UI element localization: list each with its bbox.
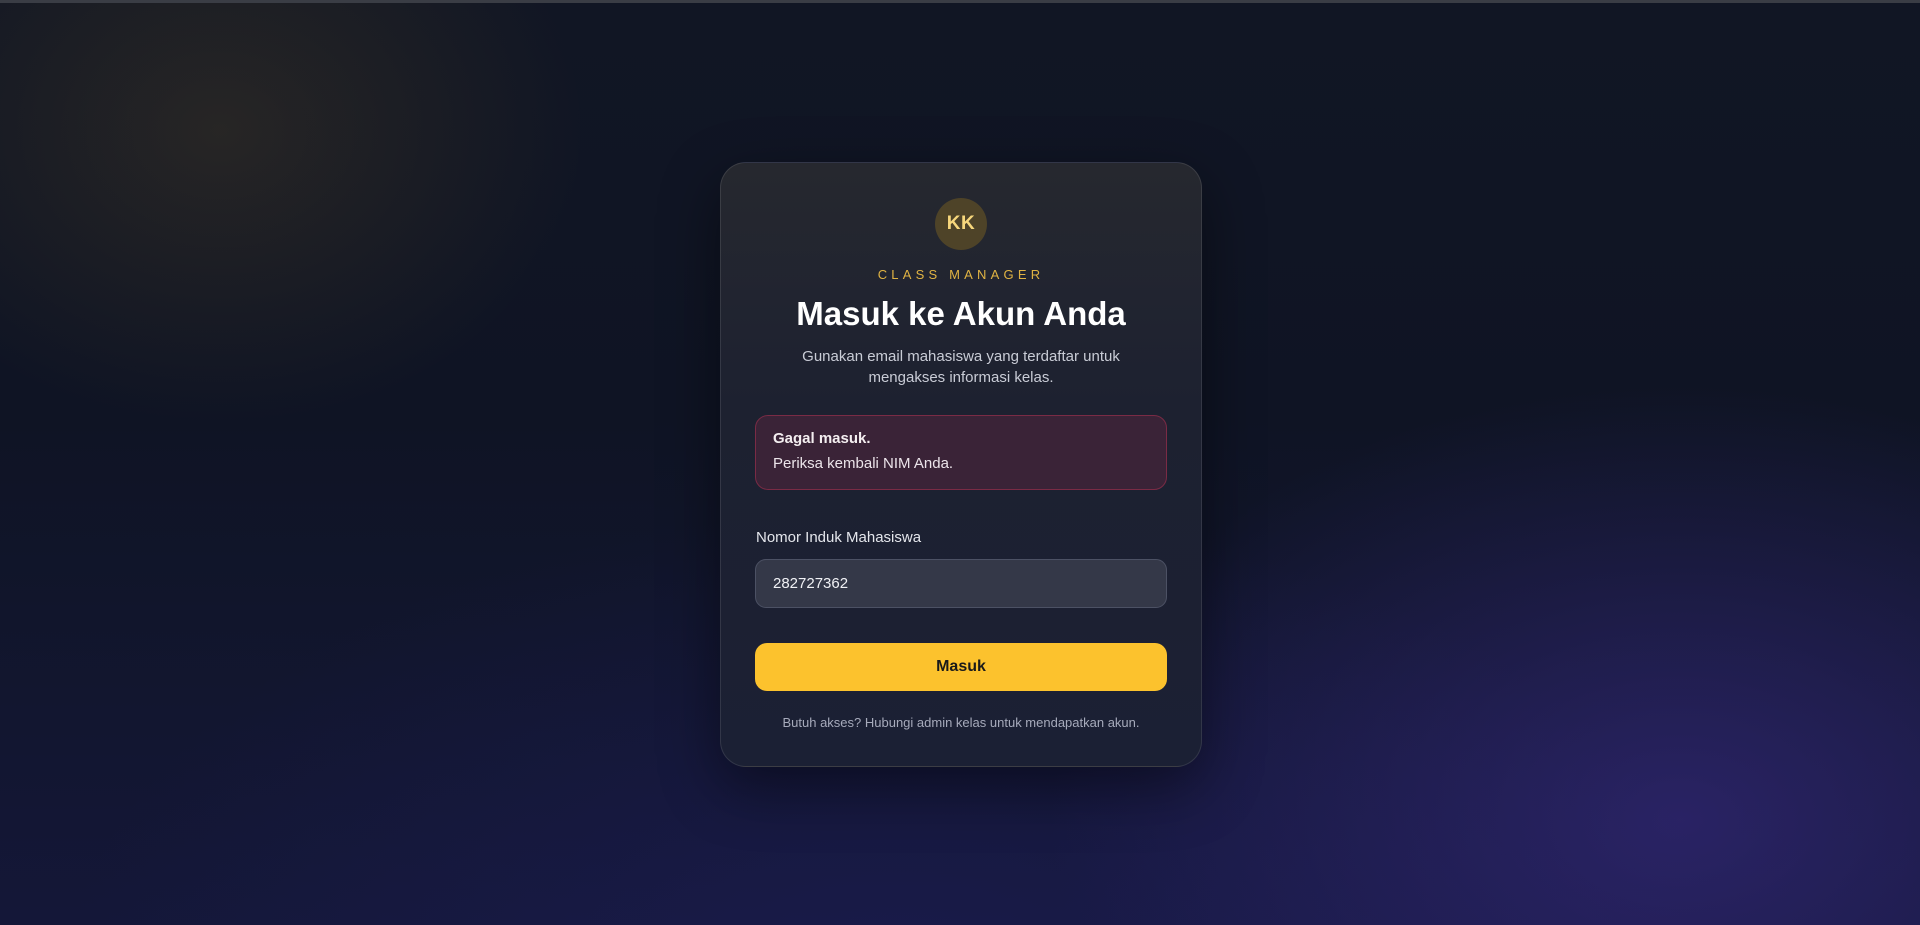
error-alert-title: Gagal masuk. xyxy=(773,430,871,447)
top-strip xyxy=(0,0,1920,3)
error-alert: Gagal masuk. Periksa kembali NIM Anda. xyxy=(755,415,1167,490)
page-subtitle: Gunakan email mahasiswa yang terdaftar u… xyxy=(802,348,1120,386)
avatar: KK xyxy=(935,198,987,250)
brand-label: CLASS MANAGER xyxy=(877,267,1045,282)
footer-help-text: Butuh akses? Hubungi admin kelas untuk m… xyxy=(782,715,1140,730)
error-alert-message: Periksa kembali NIM Anda. xyxy=(773,455,954,472)
nim-label: Nomor Induk Mahasiswa xyxy=(756,529,922,546)
login-button[interactable]: Masuk xyxy=(755,643,1167,691)
nim-input[interactable] xyxy=(755,559,1167,608)
login-card: KK CLASS MANAGER Masuk ke Akun Anda Guna… xyxy=(720,162,1202,767)
page-title: Masuk ke Akun Anda xyxy=(796,295,1126,332)
